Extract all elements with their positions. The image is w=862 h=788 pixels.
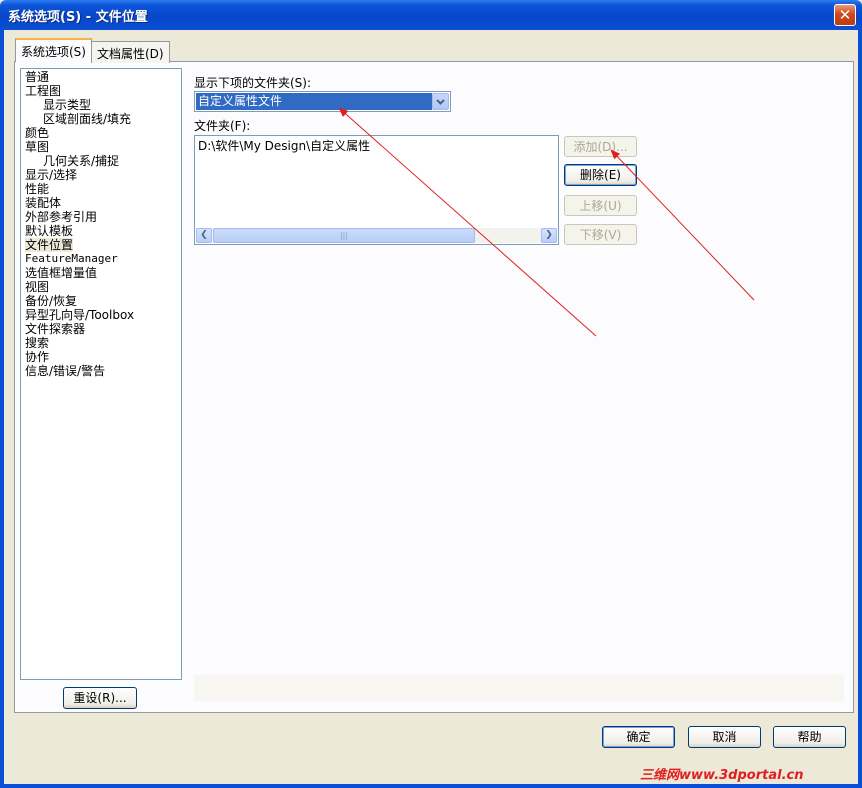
category-item-featuremanager[interactable]: FeatureManager	[25, 252, 118, 266]
add-button[interactable]: 添加(D)...	[564, 136, 637, 157]
category-item-area-hatch[interactable]: 区域剖面线/填充	[43, 112, 131, 126]
category-item-default-templates[interactable]: 默认模板	[25, 224, 73, 238]
description-strip	[194, 675, 844, 701]
dropdown-arrow-button[interactable]	[432, 93, 449, 110]
category-item-relations-snaps[interactable]: 几何关系/捕捉	[43, 154, 119, 168]
delete-button[interactable]: 删除(E)	[564, 164, 637, 186]
category-item-spin-box-increments[interactable]: 选值框增量值	[25, 266, 97, 280]
category-item-backup-recover[interactable]: 备份/恢复	[25, 294, 77, 308]
show-folders-selected-value[interactable]: 自定义属性文件	[196, 93, 432, 110]
category-item-performance[interactable]: 性能	[25, 182, 49, 196]
category-item-file-explorer[interactable]: 文件探索器	[25, 322, 85, 336]
ok-button[interactable]: 确定	[602, 726, 675, 748]
close-icon: ✕	[838, 6, 852, 24]
category-item-colors[interactable]: 颜色	[25, 126, 49, 140]
category-item-messages-errors-warnings[interactable]: 信息/错误/警告	[25, 364, 105, 378]
folders-label: 文件夹(F):	[194, 119, 251, 133]
category-item-file-locations[interactable]: 文件位置	[25, 238, 74, 252]
category-item-drawings[interactable]: 工程图	[25, 84, 61, 98]
folder-list-item[interactable]: D:\软件\My Design\自定义属性	[198, 137, 370, 154]
window-frame-bottom	[0, 784, 862, 788]
window-frame-right	[858, 30, 862, 788]
window-title: 系统选项(S) - 文件位置	[8, 10, 148, 25]
chevron-right-icon: ❯	[545, 230, 553, 240]
scroll-left-button[interactable]: ❮	[196, 228, 212, 243]
watermark-logo: 三维网www.3dportal.cn	[640, 768, 804, 783]
move-up-button[interactable]: 上移(U)	[564, 195, 637, 216]
category-item-general[interactable]: 普通	[25, 70, 49, 84]
category-item-collaboration[interactable]: 协作	[25, 350, 49, 364]
scroll-right-button[interactable]: ❯	[541, 228, 557, 243]
show-folders-label: 显示下项的文件夹(S):	[194, 76, 312, 90]
tab-system-options[interactable]: 系统选项(S)	[15, 38, 92, 62]
chevron-down-icon	[436, 99, 445, 105]
cancel-button[interactable]: 取消	[688, 726, 761, 748]
category-list[interactable]: 普通 工程图 显示类型 区域剖面线/填充 颜色 草图 几何关系/捕捉 显示/选择…	[20, 68, 182, 680]
category-item-search[interactable]: 搜索	[25, 336, 49, 350]
close-button[interactable]: ✕	[834, 4, 856, 26]
category-item-sketch[interactable]: 草图	[25, 140, 49, 154]
category-item-hole-wizard-toolbox[interactable]: 异型孔向导/Toolbox	[25, 308, 134, 322]
window-frame-left	[0, 30, 4, 788]
scrollbar-thumb[interactable]: |||	[213, 228, 475, 243]
chevron-left-icon: ❮	[200, 230, 208, 240]
grip-icon: |||	[339, 231, 349, 240]
category-item-display-selection[interactable]: 显示/选择	[25, 168, 77, 182]
category-item-view[interactable]: 视图	[25, 280, 49, 294]
help-button[interactable]: 帮助	[773, 726, 846, 748]
tab-document-properties[interactable]: 文档属性(D)	[91, 41, 170, 63]
category-item-external-references[interactable]: 外部参考引用	[25, 210, 97, 224]
category-item-display-style[interactable]: 显示类型	[43, 98, 91, 112]
move-down-button[interactable]: 下移(V)	[564, 224, 637, 245]
reset-button[interactable]: 重设(R)...	[63, 687, 137, 709]
category-item-assemblies[interactable]: 装配体	[25, 196, 61, 210]
